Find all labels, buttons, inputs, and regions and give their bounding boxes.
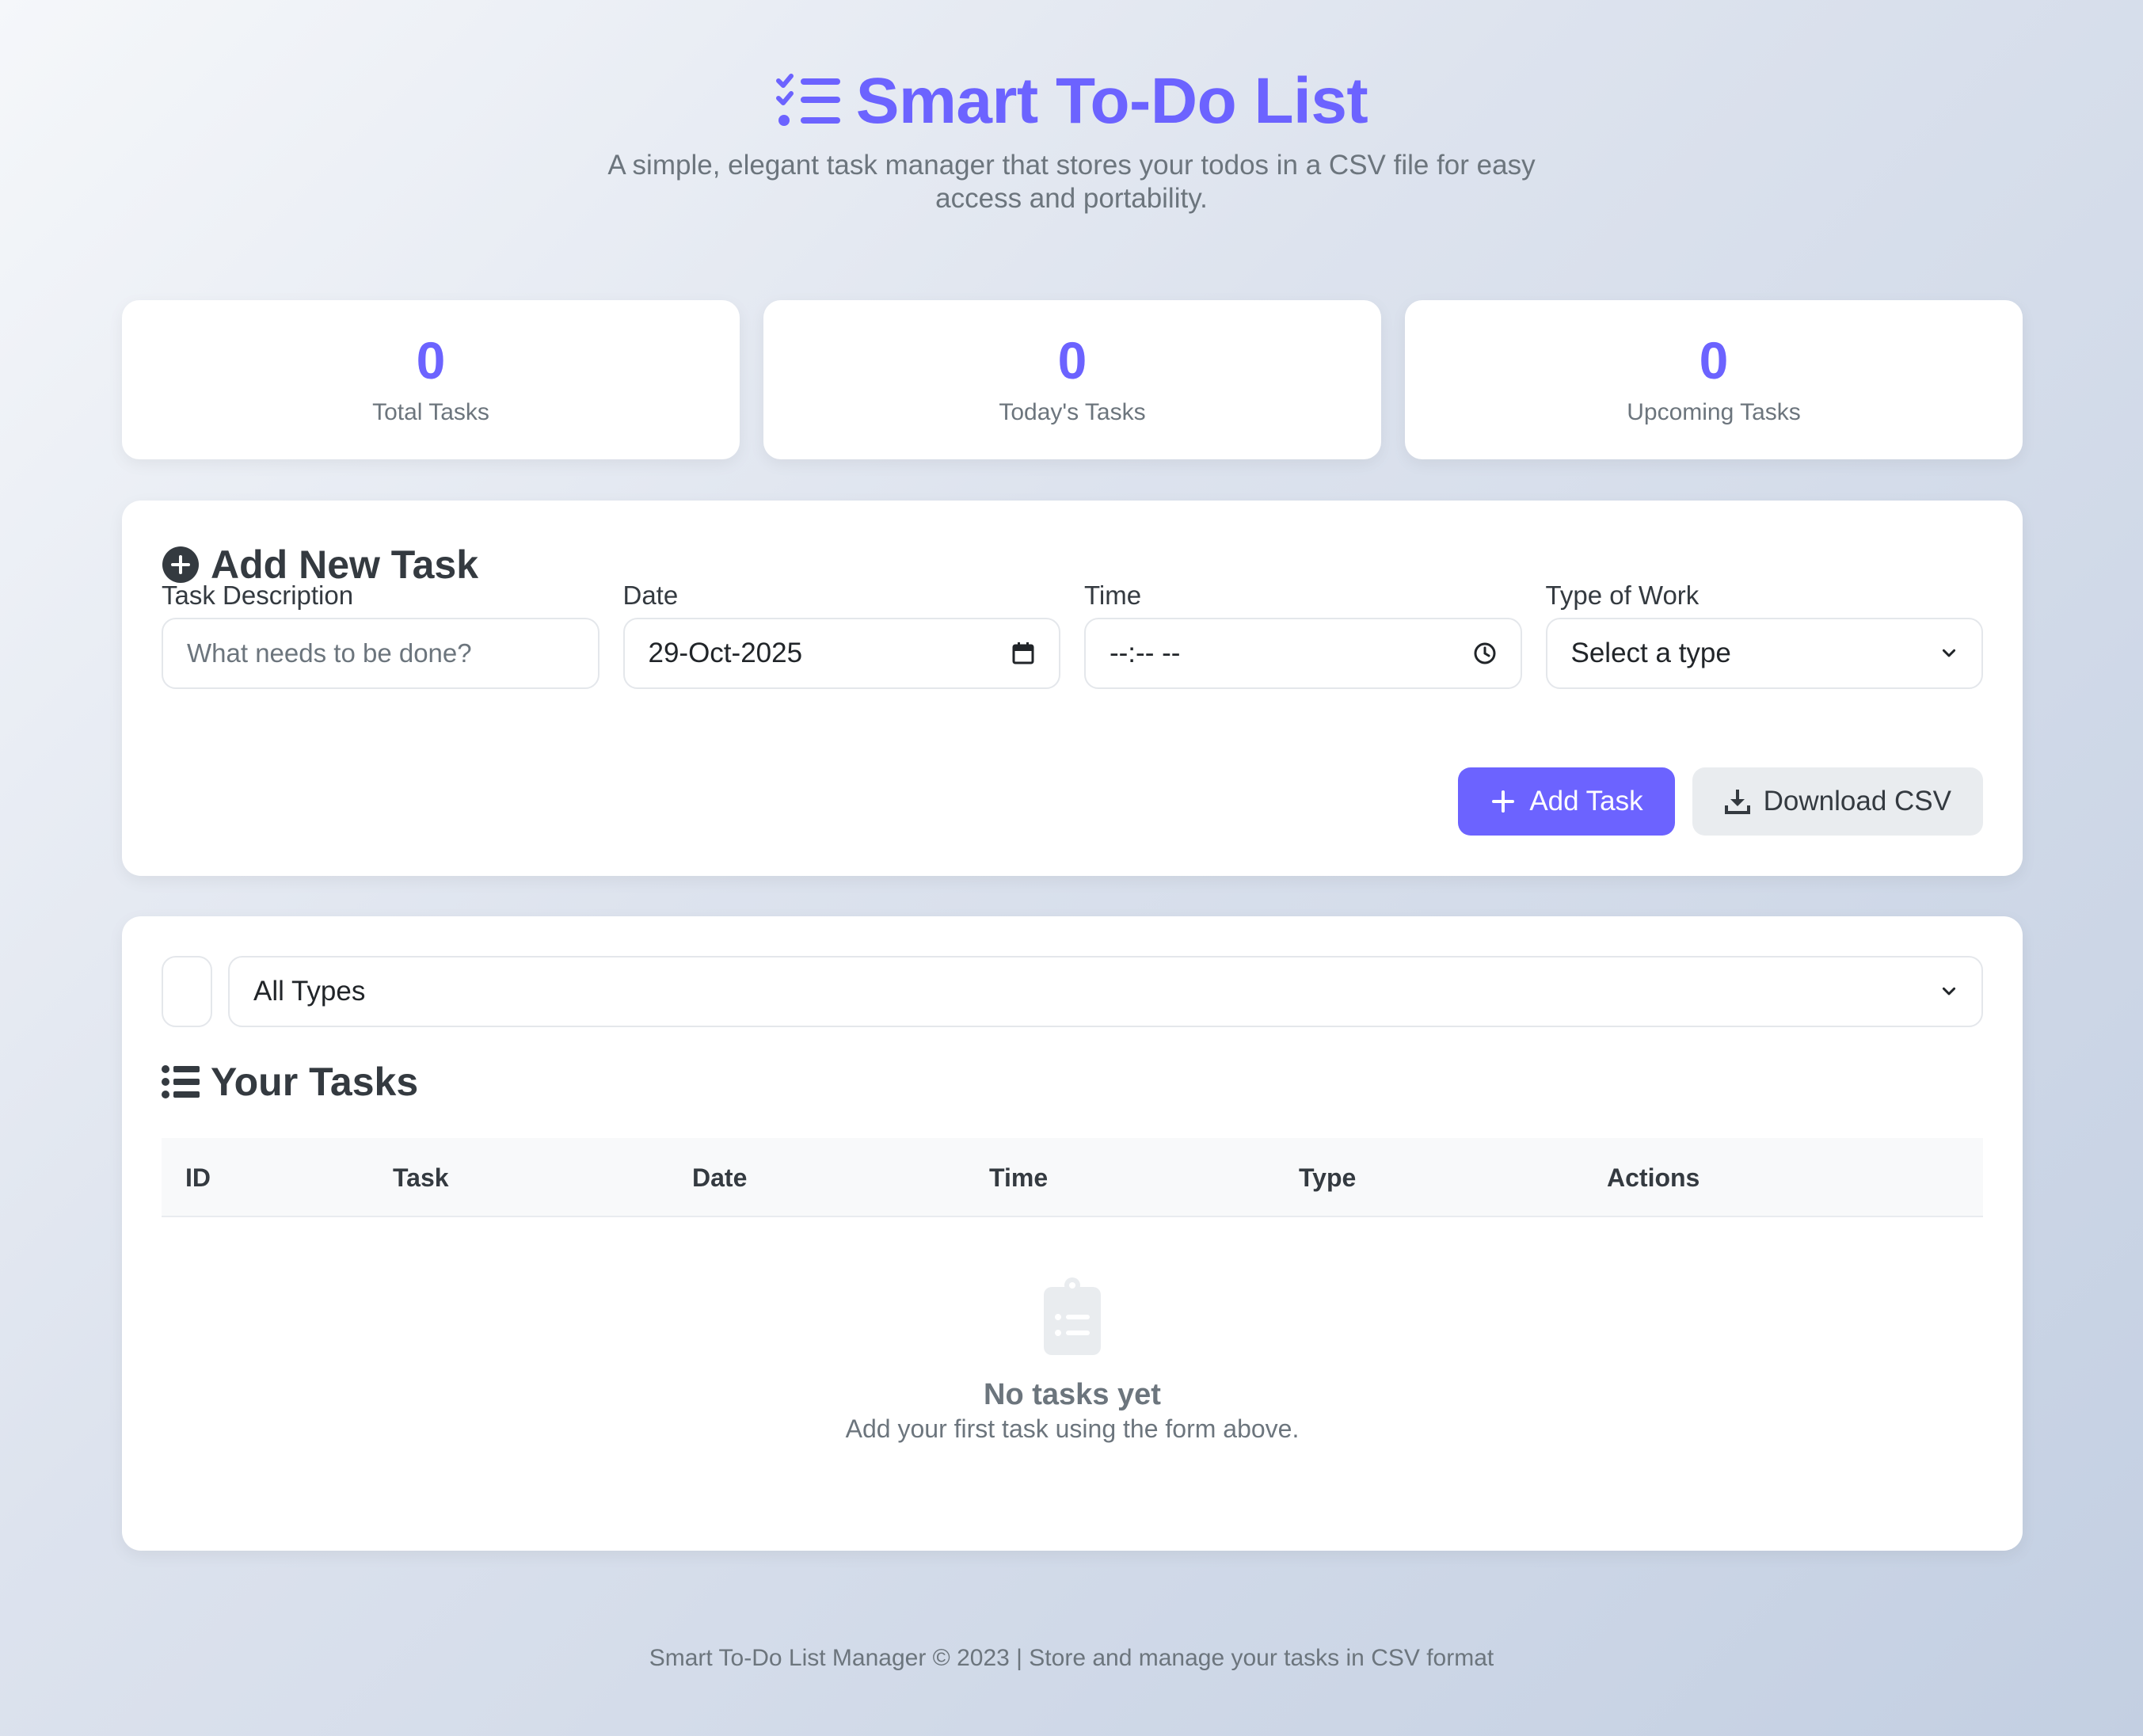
tasks-card: All Types Your Tasks ID Task Date Time T… bbox=[122, 916, 2023, 1551]
date-value: 29-Oct-2025 bbox=[648, 638, 803, 668]
stat-card-upcoming: 0 Upcoming Tasks bbox=[1405, 300, 2023, 459]
description-placeholder: What needs to be done? bbox=[187, 638, 472, 668]
app-title: Smart To-Do List bbox=[775, 60, 1368, 143]
task-description-input[interactable]: What needs to be done? bbox=[162, 618, 600, 689]
date-input[interactable]: 29-Oct-2025 bbox=[622, 618, 1060, 689]
download-icon bbox=[1724, 790, 1750, 814]
description-group: Task Description What needs to be done? bbox=[162, 580, 600, 689]
calendar-icon[interactable] bbox=[1011, 641, 1035, 665]
list-icon bbox=[162, 1065, 200, 1098]
clipboard-list-icon bbox=[1044, 1277, 1101, 1355]
stat-label: Total Tasks bbox=[372, 399, 489, 425]
column-header-actions[interactable]: Actions bbox=[1607, 1138, 1700, 1217]
date-label: Date bbox=[622, 581, 679, 610]
your-tasks-heading: Your Tasks bbox=[162, 1059, 418, 1105]
add-task-label: Add Task bbox=[1529, 786, 1643, 817]
add-task-card: Add New Task Task Description What needs… bbox=[122, 501, 2023, 876]
stat-label: Today's Tasks bbox=[999, 399, 1146, 425]
app-title-text: Smart To-Do List bbox=[855, 65, 1368, 137]
stat-card-today: 0 Today's Tasks bbox=[763, 300, 1381, 459]
page-footer: Smart To-Do List Manager © 2023 | Store … bbox=[649, 1645, 1494, 1671]
chevron-down-icon bbox=[1942, 649, 1956, 657]
clock-icon[interactable] bbox=[1473, 641, 1497, 665]
task-form-row: Task Description What needs to be done? … bbox=[162, 580, 1983, 689]
column-header-type[interactable]: Type bbox=[1299, 1138, 1356, 1217]
tasks-table: ID Task Date Time Type Actions bbox=[162, 1138, 1983, 1217]
your-tasks-title: Your Tasks bbox=[211, 1060, 419, 1104]
filter-row: All Types bbox=[162, 956, 1983, 1027]
plus-icon bbox=[1492, 790, 1515, 813]
stat-value: 0 bbox=[1699, 331, 1729, 390]
filter-value: All Types bbox=[253, 976, 366, 1007]
type-label: Type of Work bbox=[1545, 581, 1700, 610]
stat-label: Upcoming Tasks bbox=[1627, 399, 1801, 425]
stat-card-total: 0 Total Tasks bbox=[122, 300, 740, 459]
time-value: --:-- -- bbox=[1110, 638, 1181, 668]
download-csv-label: Download CSV bbox=[1763, 786, 1951, 817]
empty-state-title: No tasks yet bbox=[984, 1378, 1161, 1411]
stats-row: 0 Total Tasks 0 Today's Tasks 0 Upcoming… bbox=[122, 300, 2023, 459]
time-group: Time --:-- -- bbox=[1084, 580, 1522, 689]
column-header-task[interactable]: Task bbox=[393, 1138, 449, 1217]
column-header-time[interactable]: Time bbox=[989, 1138, 1048, 1217]
description-label: Task Description bbox=[162, 581, 354, 610]
column-header-id[interactable]: ID bbox=[185, 1138, 211, 1217]
date-group: Date 29-Oct-2025 bbox=[622, 580, 1060, 689]
plus-circle-icon bbox=[162, 546, 199, 583]
empty-state: No tasks yet Add your first task using t… bbox=[122, 1277, 2023, 1445]
chevron-down-icon bbox=[1942, 987, 1956, 996]
time-label: Time bbox=[1084, 581, 1142, 610]
download-csv-button[interactable]: Download CSV bbox=[1692, 767, 1983, 836]
app-subtitle: A simple, elegant task manager that stor… bbox=[607, 150, 1536, 214]
search-box[interactable] bbox=[162, 956, 212, 1027]
add-task-button[interactable]: Add Task bbox=[1458, 767, 1675, 836]
stat-value: 0 bbox=[416, 331, 446, 390]
page-header: Smart To-Do List A simple, elegant task … bbox=[0, 60, 2143, 215]
form-buttons: Add Task Download CSV bbox=[1458, 767, 1983, 836]
tasks-list-icon bbox=[775, 74, 840, 126]
empty-state-text: Add your first task using the form above… bbox=[845, 1414, 1300, 1443]
table-header: ID Task Date Time Type Actions bbox=[162, 1138, 1983, 1217]
type-group: Type of Work Select a type bbox=[1545, 580, 1983, 689]
time-input[interactable]: --:-- -- bbox=[1084, 618, 1522, 689]
type-value: Select a type bbox=[1570, 638, 1731, 668]
stat-value: 0 bbox=[1057, 331, 1087, 390]
type-filter-select[interactable]: All Types bbox=[228, 956, 1983, 1027]
column-header-date[interactable]: Date bbox=[692, 1138, 747, 1217]
type-select[interactable]: Select a type bbox=[1545, 618, 1983, 689]
